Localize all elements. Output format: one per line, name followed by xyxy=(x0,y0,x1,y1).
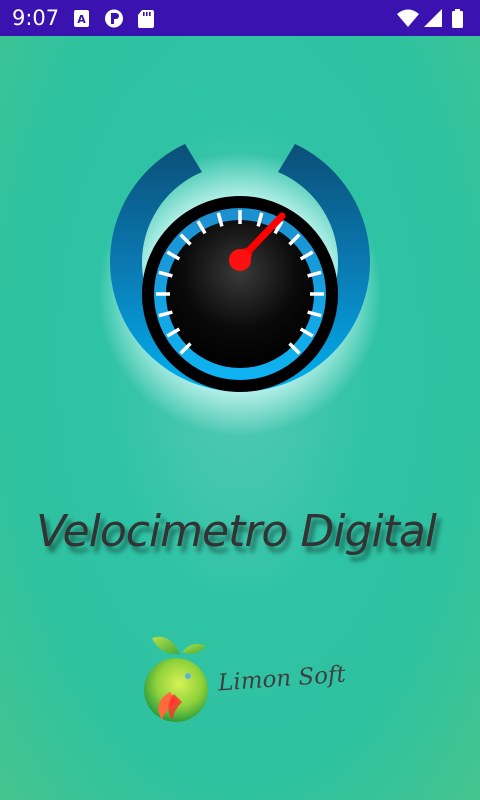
circle-p-icon xyxy=(105,9,123,28)
lemon-logo-icon xyxy=(144,636,208,722)
splash-screen: Velocimetro Digital Limon Soft xyxy=(0,36,480,800)
svg-text:A: A xyxy=(77,13,86,26)
wifi-icon xyxy=(397,9,419,27)
speedometer-logo xyxy=(100,144,380,436)
status-icons-right xyxy=(396,8,468,30)
battery-icon xyxy=(452,11,463,28)
accessibility-a-icon: A xyxy=(74,10,89,27)
brand-block: Limon Soft xyxy=(140,632,380,732)
app-title: Velocimetro Digital xyxy=(36,506,437,557)
status-icons-left: A xyxy=(72,9,172,29)
sd-card-icon xyxy=(138,10,154,28)
cell-signal-icon xyxy=(424,9,442,27)
brand-name: Limon Soft xyxy=(217,661,347,697)
status-time: 9:07 xyxy=(12,6,60,30)
status-bar: 9:07 A xyxy=(0,0,480,36)
